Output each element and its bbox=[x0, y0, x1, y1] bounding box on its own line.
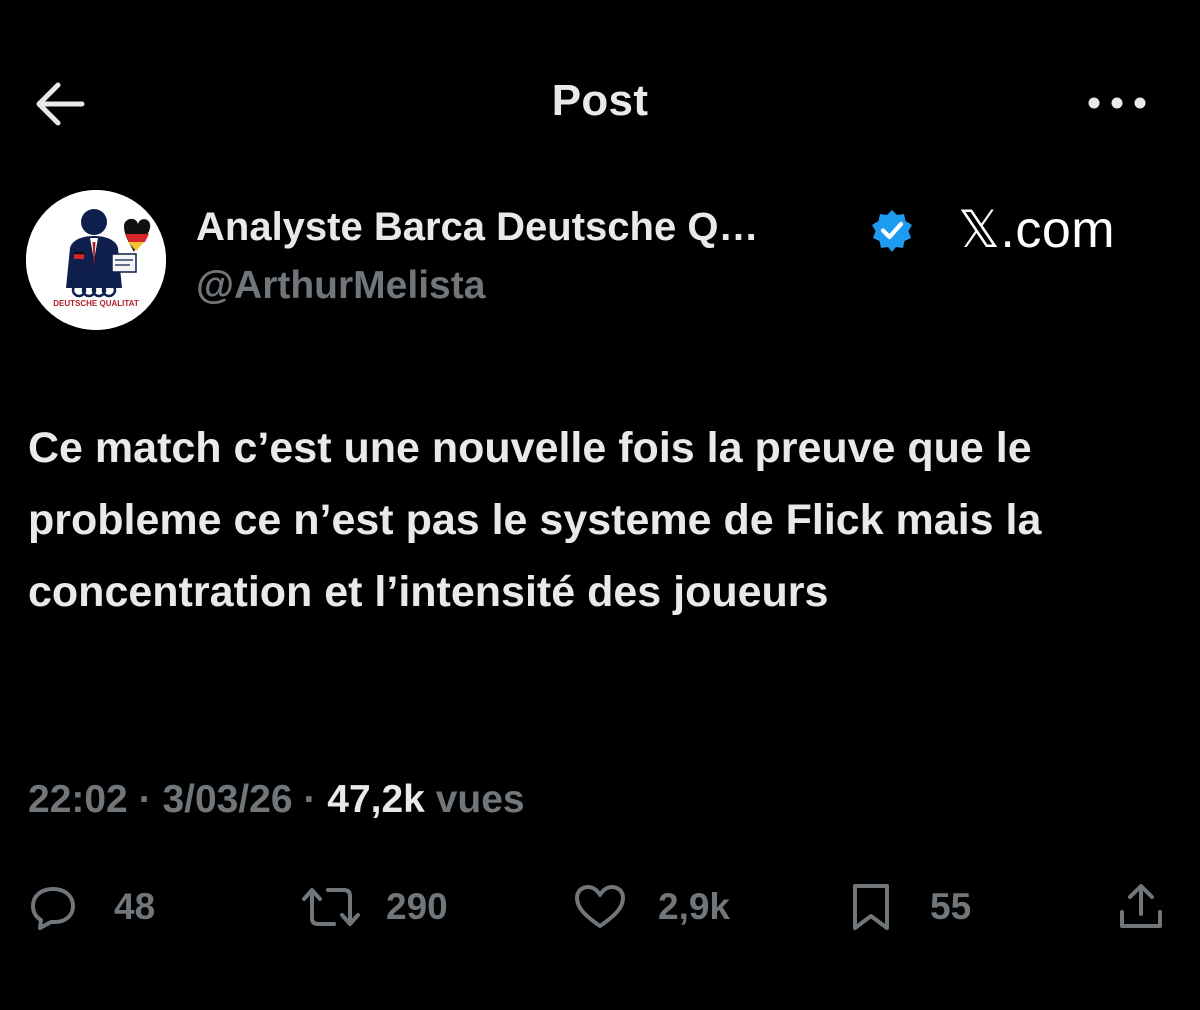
reply-button[interactable]: 48 bbox=[28, 870, 178, 950]
reply-count: 48 bbox=[114, 886, 156, 927]
bookmark-button[interactable]: 55 bbox=[846, 870, 986, 950]
page-title: Post bbox=[551, 76, 649, 125]
repost-count: 290 bbox=[386, 886, 448, 927]
like-button[interactable]: 2,9k bbox=[572, 870, 762, 950]
share-icon bbox=[1120, 884, 1162, 928]
svg-text:DEUTSCHE QUALITAT: DEUTSCHE QUALITAT bbox=[53, 299, 139, 308]
display-name[interactable]: Analyste Barca Deutsche Q… bbox=[196, 205, 758, 250]
meta-separator: · bbox=[138, 778, 152, 821]
meta-separator: · bbox=[303, 778, 317, 821]
avatar-image: DEUTSCHE QUALITAT bbox=[26, 190, 166, 330]
action-bar: 48 290 2,9k 55 bbox=[0, 870, 1200, 950]
repost-icon bbox=[302, 888, 360, 926]
views-count[interactable]: 47,2k bbox=[327, 778, 425, 821]
heart-icon bbox=[575, 885, 625, 928]
repost-button[interactable]: 290 bbox=[300, 870, 480, 950]
like-count: 2,9k bbox=[658, 886, 731, 927]
user-handle[interactable]: @ArthurMelista bbox=[196, 264, 485, 308]
post-date[interactable]: 3/03/26 bbox=[162, 778, 292, 821]
watermark-text: 𝕏.com bbox=[958, 201, 1116, 259]
more-options-button[interactable] bbox=[1086, 88, 1148, 118]
more-horizontal-icon bbox=[1088, 97, 1146, 109]
views-label: vues bbox=[435, 778, 525, 821]
post-meta: 22:02 · 3/03/26 · 47,2k vues bbox=[28, 778, 525, 822]
post-time[interactable]: 22:02 bbox=[28, 778, 128, 821]
post-header: Post bbox=[0, 0, 1200, 206]
verified-badge-icon bbox=[870, 208, 914, 252]
avatar[interactable]: DEUTSCHE QUALITAT bbox=[26, 190, 166, 330]
reply-icon bbox=[31, 887, 75, 930]
bookmark-count: 55 bbox=[930, 886, 972, 927]
bookmark-icon bbox=[853, 884, 889, 930]
post-text: Ce match c’est une nouvelle fois la preu… bbox=[28, 424, 1042, 616]
share-button[interactable] bbox=[1116, 870, 1170, 950]
